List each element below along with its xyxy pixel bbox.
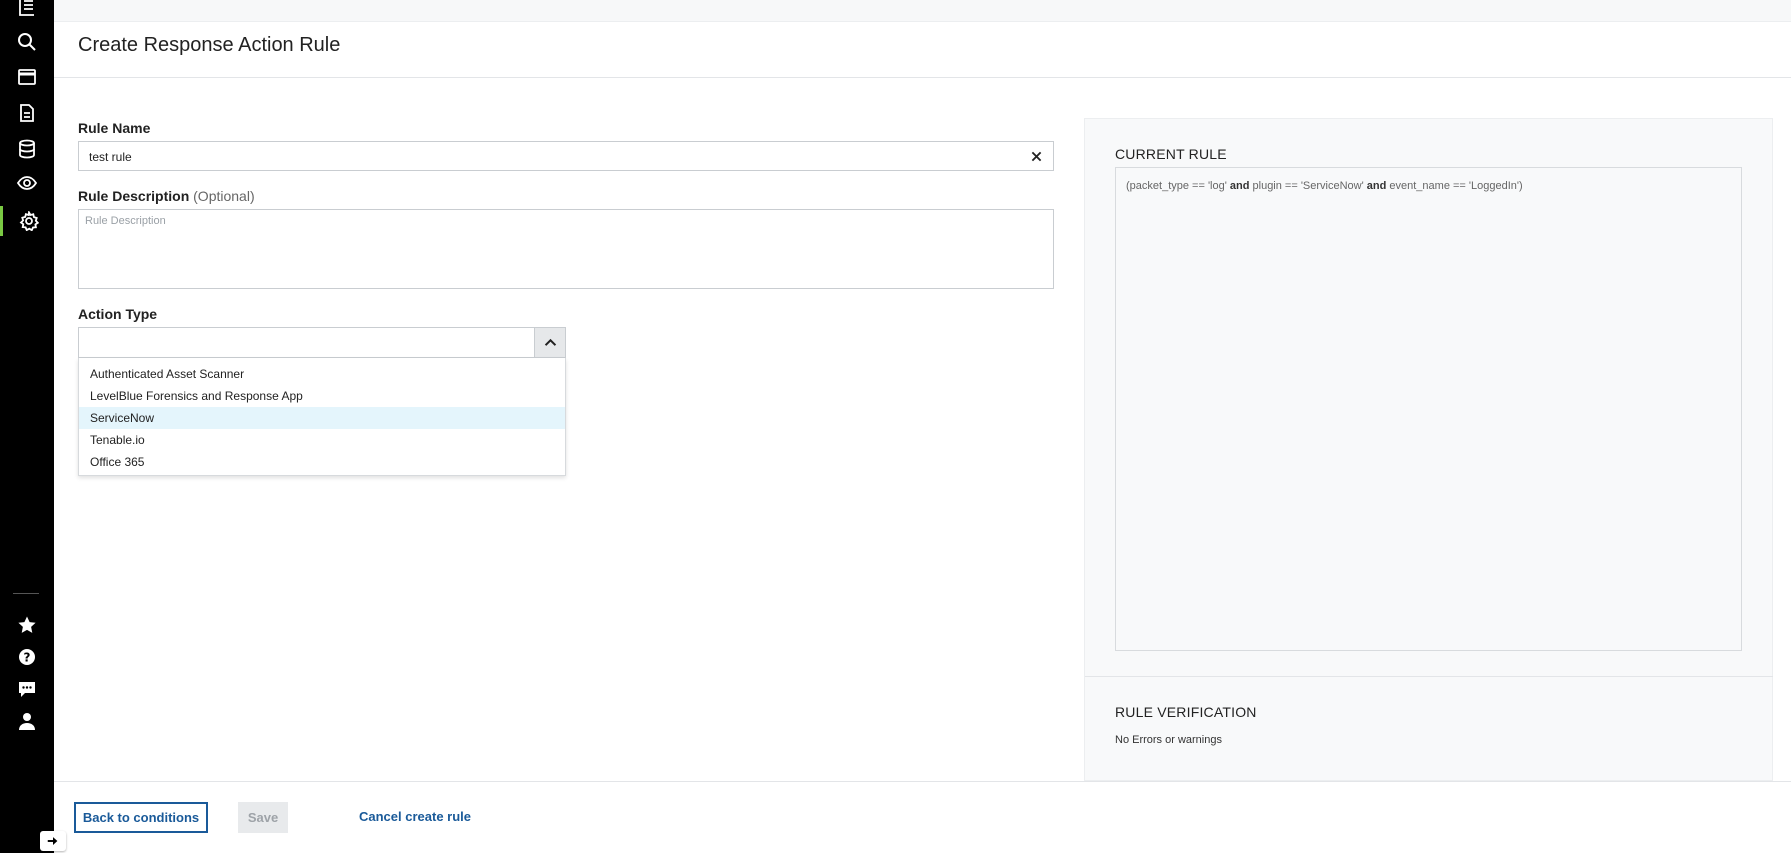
verification-status: No Errors or warnings — [1115, 734, 1222, 746]
cancel-create-rule-link[interactable]: Cancel create rule — [359, 809, 471, 824]
user-icon[interactable] — [0, 706, 54, 736]
top-strip — [54, 0, 1791, 22]
current-rule-expression: (packet_type == 'log' and plugin == 'Ser… — [1115, 167, 1742, 651]
rule-description-label: Rule Description (Optional) — [78, 188, 255, 204]
rule-part: event_name == 'LoggedIn') — [1386, 180, 1523, 192]
rule-description-label-text: Rule Description — [78, 188, 190, 204]
database-icon[interactable] — [0, 134, 54, 164]
gear-icon[interactable] — [0, 206, 54, 236]
left-nav: ? — [0, 0, 54, 853]
dashboard-icon[interactable] — [0, 62, 54, 92]
current-rule-title: CURRENT RULE — [1115, 146, 1227, 162]
divider — [54, 781, 1791, 782]
action-type-dropdown: Authenticated Asset Scanner LevelBlue Fo… — [78, 358, 566, 476]
dropdown-option[interactable]: Authenticated Asset Scanner — [79, 363, 565, 385]
rule-verification-title: RULE VERIFICATION — [1115, 704, 1257, 720]
save-button[interactable]: Save — [238, 802, 288, 833]
back-to-conditions-button[interactable]: Back to conditions — [74, 802, 208, 833]
dropdown-option[interactable]: LevelBlue Forensics and Response App — [79, 385, 565, 407]
page-title: Create Response Action Rule — [78, 34, 341, 56]
expand-arrow-icon[interactable] — [40, 831, 66, 851]
rule-part: plugin == 'ServiceNow' — [1249, 180, 1367, 192]
svg-text:?: ? — [24, 651, 31, 665]
document-icon[interactable] — [0, 98, 54, 128]
divider — [54, 77, 1791, 78]
chat-icon[interactable] — [0, 674, 54, 704]
dropdown-option[interactable]: Tenable.io — [79, 429, 565, 451]
star-icon[interactable] — [0, 610, 54, 640]
report-icon[interactable] — [0, 0, 54, 22]
rule-name-label: Rule Name — [78, 120, 151, 136]
action-type-label: Action Type — [78, 306, 158, 322]
action-type-select[interactable] — [78, 327, 566, 358]
help-icon[interactable]: ? — [0, 642, 54, 672]
rule-description-textarea[interactable]: Rule Description — [78, 209, 1054, 289]
search-icon[interactable] — [0, 27, 54, 57]
optional-hint: (Optional) — [193, 188, 255, 204]
eye-icon[interactable] — [0, 168, 54, 198]
rule-part: (packet_type == 'log' — [1126, 180, 1230, 192]
rule-operator: and — [1366, 180, 1387, 192]
rule-name-input[interactable]: test rule — [78, 141, 1054, 171]
rule-operator: and — [1229, 180, 1250, 192]
chevron-up-icon[interactable] — [534, 328, 565, 357]
divider — [1085, 676, 1773, 677]
dropdown-option[interactable]: Office 365 — [79, 451, 565, 473]
nav-divider — [13, 593, 39, 594]
dropdown-option-highlighted[interactable]: ServiceNow — [79, 407, 565, 429]
clear-icon[interactable] — [1026, 146, 1046, 166]
